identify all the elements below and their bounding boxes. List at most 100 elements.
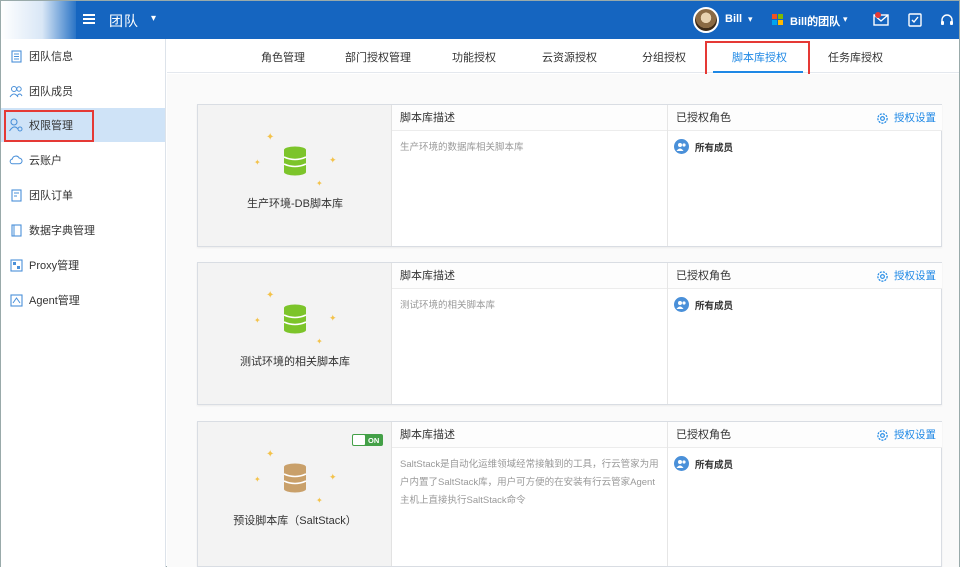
description-header: 脚本库描述 [392,422,667,448]
brand-logo[interactable] [1,1,76,39]
highlight-box [4,110,94,142]
roles-header: 已授权角色 授权设置 [668,422,942,448]
sidebar-item-cloud-account[interactable]: 云账户 [1,143,165,177]
task-icon[interactable] [907,12,923,28]
sidebar-item-label: 团队信息 [29,51,73,63]
tab-group-auth[interactable]: 分组授权 [642,49,686,65]
sparkle-icon: ✦ [316,337,323,346]
sidebar-item-team-info[interactable]: 团队信息 [1,39,165,73]
description-text: SaltStack是自动化运维领域经常接触到的工具，行云管家为用户内置了Salt… [400,459,659,506]
sidebar-item-proxy[interactable]: Proxy管理 [1,248,165,282]
cloud-icon [9,153,23,167]
users-icon [674,456,689,471]
auth-settings-label: 授权设置 [894,429,936,441]
tab-task-library-auth[interactable]: 任务库授权 [828,49,883,65]
agent-icon [9,293,23,307]
sparkle-icon: ✦ [329,313,337,323]
auth-settings-label: 授权设置 [894,270,936,282]
roles-header: 已授权角色 授权设置 [668,263,942,289]
script-library-name: 测试环境的相关脚本库 [240,356,350,368]
description-text: 测试环境的相关脚本库 [400,300,496,311]
description-header: 脚本库描述 [392,263,667,289]
script-library-card: ✦ ✦ ✦ ✦ 生产环境-DB脚本库 脚本库描述 生产环境的数据库相关脚本库 已… [197,104,942,247]
description-text: 生产环境的数据库相关脚本库 [400,142,524,153]
sidebar-item-label: Agent管理 [29,295,80,307]
sparkle-icon: ✦ [266,449,275,460]
script-library-card: ✦ ✦ ✦ ✦ 测试环境的相关脚本库 脚本库描述 测试环境的相关脚本库 已授权角… [197,262,942,405]
sparkle-icon: ✦ [329,472,337,482]
script-library-name: 预设脚本库（SaltStack） [233,515,357,527]
sidebar-item-label: 云账户 [29,155,62,167]
roles-column: 已授权角色 授权设置 所有成员 [668,263,942,404]
mail-icon[interactable] [873,12,889,28]
dictionary-icon [9,223,23,237]
auth-settings-button[interactable]: 授权设置 [876,105,936,131]
authorized-role: 所有成员 [668,131,942,154]
script-library-name: 生产环境-DB脚本库 [247,198,343,210]
auth-settings-button[interactable]: 授权设置 [876,422,936,448]
chevron-down-icon[interactable]: ▾ [748,14,753,25]
order-icon [9,188,23,202]
tab-department-auth[interactable]: 部门授权管理 [345,49,411,65]
sidebar-item-agent[interactable]: Agent管理 [1,283,165,317]
auth-settings-button[interactable]: 授权设置 [876,263,936,289]
sidebar-item-label: 团队订单 [29,190,73,202]
roles-header-label: 已授权角色 [676,429,731,441]
toggle-knob [353,435,365,445]
avatar[interactable] [693,7,719,33]
role-name: 所有成员 [695,142,734,154]
sparkle-icon: ✦ [254,475,261,484]
sidebar-item-team-order[interactable]: 团队订单 [1,178,165,212]
sidebar-item-label: 团队成员 [29,86,73,98]
sidebar-item-label: Proxy管理 [29,260,80,272]
roles-header-label: 已授权角色 [676,112,731,124]
enable-toggle[interactable]: ON [352,434,383,446]
sidebar-item-data-dictionary[interactable]: 数据字典管理 [1,213,165,247]
sparkle-icon: ✦ [254,158,261,167]
sparkle-icon: ✦ [316,179,323,188]
sparkle-icon: ✦ [329,155,337,165]
description-header: 脚本库描述 [392,105,667,131]
roles-header: 已授权角色 授权设置 [668,105,942,131]
description-column: 脚本库描述 测试环境的相关脚本库 [392,263,668,404]
roles-column: 已授权角色 授权设置 所有成员 [668,105,942,246]
roles-header-label: 已授权角色 [676,270,731,282]
sparkle-icon: ✦ [254,316,261,325]
top-navigation-bar: 团队 ▾ Bill ▾ Bill的团队 ▾ [1,1,959,39]
team-title[interactable]: 团队 [109,11,139,31]
team-info-icon [9,49,23,63]
database-icon [283,463,307,493]
gear-icon [877,429,888,441]
sidebar-item-team-members[interactable]: 团队成员 [1,74,165,108]
team-members-icon [9,84,23,98]
chevron-down-icon[interactable]: ▾ [151,13,156,24]
script-library-card: ON ✦ ✦ ✦ ✦ 预设脚本库（SaltStack） 脚本库描述 SaltSt… [197,421,942,567]
sparkle-icon: ✦ [316,496,323,505]
sparkle-icon: ✦ [266,132,275,143]
gear-icon [877,112,888,124]
role-name: 所有成员 [695,300,734,312]
card-summary: ✦ ✦ ✦ ✦ 生产环境-DB脚本库 [198,105,392,246]
authorized-role: 所有成员 [668,448,942,471]
description-column: 脚本库描述 生产环境的数据库相关脚本库 [392,105,668,246]
headset-icon[interactable] [939,12,955,28]
description-column: 脚本库描述 SaltStack是自动化运维领域经常接触到的工具，行云管家为用户内… [392,422,668,566]
main-content: ✦ ✦ ✦ ✦ 生产环境-DB脚本库 脚本库描述 生产环境的数据库相关脚本库 已… [167,74,959,567]
menu-icon[interactable] [83,14,95,24]
roles-column: 已授权角色 授权设置 所有成员 [668,422,942,566]
sidebar-item-label: 数据字典管理 [29,225,95,237]
microsoft-logo [772,14,783,25]
card-summary: ON ✦ ✦ ✦ ✦ 预设脚本库（SaltStack） [198,422,392,566]
role-name: 所有成员 [695,459,734,471]
chevron-down-icon[interactable]: ▾ [843,14,848,25]
database-icon [283,146,307,176]
team-switcher[interactable]: Bill的团队 [790,13,840,29]
proxy-icon [9,258,23,272]
tab-cloud-resource-auth[interactable]: 云资源授权 [542,49,597,65]
toggle-label: ON [368,435,380,445]
tab-bar: 角色管理 部门授权管理 功能授权 云资源授权 分组授权 脚本库授权 任务库授权 [167,39,959,73]
user-name[interactable]: Bill [725,13,742,25]
tab-role-management[interactable]: 角色管理 [261,49,305,65]
tab-function-auth[interactable]: 功能授权 [452,49,496,65]
sparkle-icon: ✦ [266,290,275,301]
